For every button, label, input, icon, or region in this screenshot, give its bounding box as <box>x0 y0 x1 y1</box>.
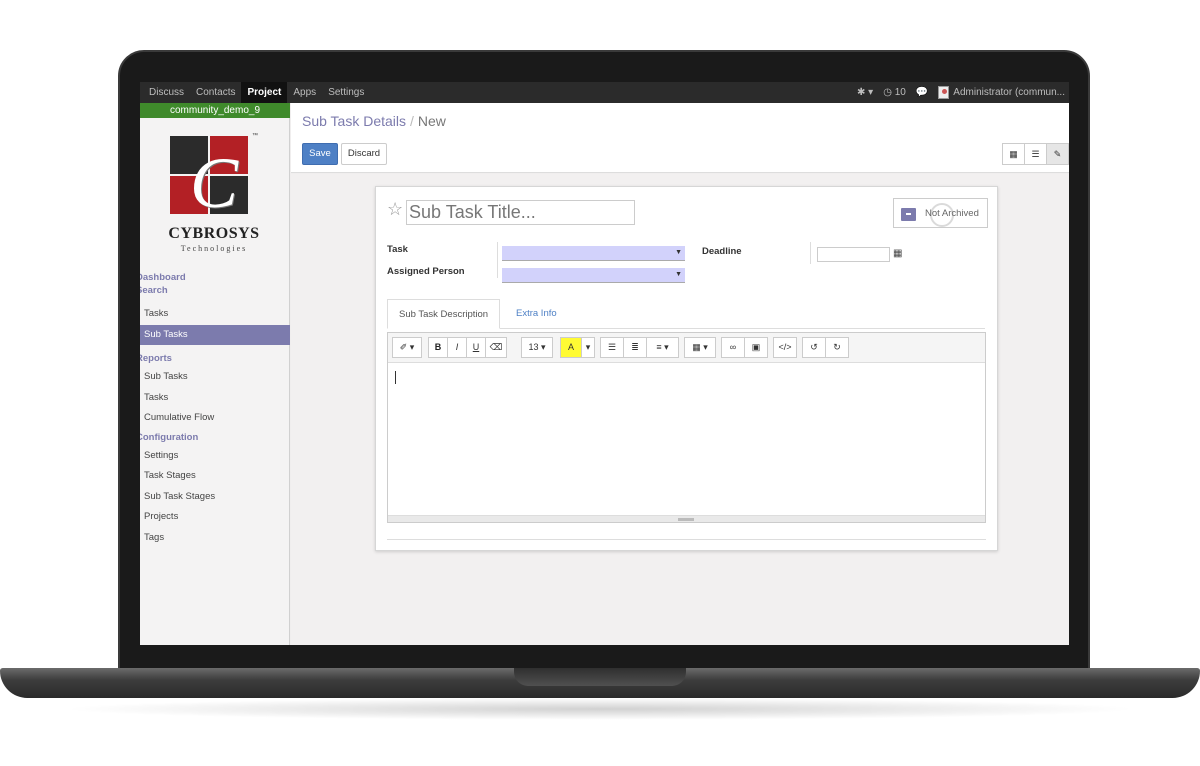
sidebar-item-tags[interactable]: Tags <box>140 528 290 549</box>
tab-extra-info[interactable]: Extra Info <box>505 299 568 329</box>
main-area: Sub Task Details / New Save Discard ▦ ☰ ✎ … <box>291 103 1069 645</box>
field-divider <box>497 242 498 278</box>
sidebar-item-report-sub-tasks[interactable]: Sub Tasks <box>140 367 290 388</box>
undo-icon[interactable]: ↺ <box>802 337 826 358</box>
align-dropdown-icon[interactable]: ≡ ▾ <box>646 337 679 358</box>
sidebar-nav: Dashboard Search Tasks Sub Tasks Reports… <box>140 271 290 548</box>
section-search: Search <box>140 285 168 296</box>
underline-button[interactable]: U <box>466 337 486 358</box>
editor-resize-handle[interactable] <box>388 515 985 522</box>
sidebar-item-report-tasks[interactable]: Tasks <box>140 388 290 409</box>
sidebar-item-sub-task-stages[interactable]: Sub Task Stages <box>140 487 290 508</box>
color-dropdown-icon[interactable]: ▾ <box>581 337 595 358</box>
text-color-button[interactable]: A <box>560 337 582 358</box>
section-configuration: Configuration <box>140 431 199 443</box>
link-icon[interactable]: ∞ <box>721 337 745 358</box>
bold-button[interactable]: B <box>428 337 448 358</box>
trademark: ™ <box>252 133 258 139</box>
bug-icon[interactable]: ✱ ▾ <box>857 82 873 103</box>
sidebar-item-task-stages[interactable]: Task Stages <box>140 466 290 487</box>
activity-menu[interactable]: ◷ 10 <box>883 82 906 103</box>
database-name: community_demo_9 <box>140 103 290 118</box>
sidebar-item-sub-tasks[interactable]: Sub Tasks <box>140 324 290 345</box>
brand-name: CYBROSYS <box>168 225 260 242</box>
description-editor[interactable] <box>388 363 985 515</box>
notebook-tabs: Sub Task Description Extra Info <box>387 299 985 329</box>
sidebar-item-cumulative-flow[interactable]: Cumulative Flow <box>140 408 290 429</box>
list-view-icon[interactable]: ☰ <box>1024 143 1047 165</box>
form-sheet: ☆ Sub Task Title... Not Archived Task As… <box>375 186 998 551</box>
menu-project[interactable]: Project <box>241 82 288 103</box>
image-icon[interactable]: ▣ <box>744 337 768 358</box>
notification-count: 10 <box>894 87 906 98</box>
redo-icon[interactable]: ↻ <box>825 337 849 358</box>
archive-icon <box>901 208 916 221</box>
text-cursor <box>395 371 396 384</box>
systray: ✱ ▾ ◷ 10 💬 Administrator (commun... <box>857 82 1065 103</box>
top-navbar: Discuss Contacts Project Apps Settings ✱… <box>140 82 1069 103</box>
html-editor: ✐ ▾ B I U ⌫ 13 ▾ A ▾ ☰ ≣ ≡ ▾ ▦ ▾ ∞ ▣ </>… <box>387 332 986 523</box>
code-view-icon[interactable]: </> <box>773 337 797 358</box>
control-panel: Sub Task Details / New Save Discard ▦ ☰ ✎ <box>291 103 1069 173</box>
font-size-value: 13 <box>528 342 539 352</box>
sidebar-item-tasks[interactable]: Tasks <box>140 304 290 325</box>
breadcrumb-parent[interactable]: Sub Task Details <box>302 113 406 129</box>
dropdown-caret-icon: ▼ <box>675 271 682 278</box>
view-switcher: ▦ ☰ ✎ <box>1002 143 1069 165</box>
star-icon[interactable]: ☆ <box>387 199 403 220</box>
logo-letter: C <box>190 143 239 223</box>
sidebar-item-projects[interactable]: Projects <box>140 507 290 528</box>
form-view-icon[interactable]: ✎ <box>1046 143 1069 165</box>
company-logo: C ™ CYBROSYS Technologies <box>164 133 264 261</box>
deadline-label: Deadline <box>702 246 742 257</box>
divider <box>387 539 986 540</box>
editor-toolbar: ✐ ▾ B I U ⌫ 13 ▾ A ▾ ☰ ≣ ≡ ▾ ▦ ▾ ∞ ▣ </>… <box>388 333 985 363</box>
field-divider <box>810 242 811 264</box>
laptop-shadow <box>60 698 1140 720</box>
avatar <box>938 85 950 99</box>
italic-button[interactable]: I <box>447 337 467 358</box>
save-button[interactable]: Save <box>302 143 338 165</box>
assigned-person-select[interactable]: ▼ <box>502 268 685 283</box>
menu-contacts[interactable]: Contacts <box>190 82 241 103</box>
form-content: ☆ Sub Task Title... Not Archived Task As… <box>291 174 1069 645</box>
title-input[interactable]: Sub Task Title... <box>406 200 635 225</box>
eraser-icon[interactable]: ⌫ <box>485 337 507 358</box>
deadline-input[interactable] <box>817 247 890 262</box>
menu-discuss[interactable]: Discuss <box>143 82 190 103</box>
user-name: Administrator (commun... <box>953 87 1065 98</box>
breadcrumb-current: New <box>417 113 446 129</box>
menu-apps[interactable]: Apps <box>287 82 322 103</box>
grip-icon <box>678 518 694 521</box>
breadcrumb-separator: / <box>410 113 414 129</box>
task-select[interactable]: ▼ <box>502 246 685 261</box>
chat-icon[interactable]: 💬 <box>916 82 928 103</box>
archive-toggle-button[interactable]: Not Archived <box>893 198 988 228</box>
dropdown-caret-icon: ▼ <box>675 249 682 256</box>
discard-button[interactable]: Discard <box>341 143 387 165</box>
task-label: Task <box>387 244 408 255</box>
numbered-list-icon[interactable]: ≣ <box>623 337 647 358</box>
sidebar: community_demo_9 C ™ CYBROSYS Technologi… <box>140 103 290 645</box>
section-dashboard[interactable]: Dashboard <box>140 271 290 284</box>
archive-label: Not Archived <box>925 208 979 219</box>
table-dropdown-icon[interactable]: ▦ ▾ <box>684 337 716 358</box>
clock-icon: ◷ <box>883 87 892 98</box>
font-size-dropdown[interactable]: 13 ▾ <box>521 337 553 358</box>
user-menu[interactable]: Administrator (commun... <box>938 82 1065 103</box>
bullet-list-icon[interactable]: ☰ <box>600 337 624 358</box>
app-menu: Discuss Contacts Project Apps Settings <box>143 82 370 103</box>
kanban-view-icon[interactable]: ▦ <box>1002 143 1025 165</box>
assigned-person-label: Assigned Person <box>387 266 465 277</box>
section-reports: Reports <box>140 353 172 364</box>
brand-subtitle: Technologies <box>180 244 248 253</box>
screen: Discuss Contacts Project Apps Settings ✱… <box>140 82 1069 645</box>
breadcrumb: Sub Task Details / New <box>302 113 446 129</box>
sidebar-item-settings[interactable]: Settings <box>140 446 290 467</box>
laptop-notch <box>514 668 686 686</box>
tab-sub-task-description[interactable]: Sub Task Description <box>387 299 501 329</box>
menu-settings[interactable]: Settings <box>322 82 370 103</box>
calendar-icon[interactable]: ▦ <box>893 248 902 259</box>
style-dropdown-icon[interactable]: ✐ ▾ <box>392 337 422 358</box>
